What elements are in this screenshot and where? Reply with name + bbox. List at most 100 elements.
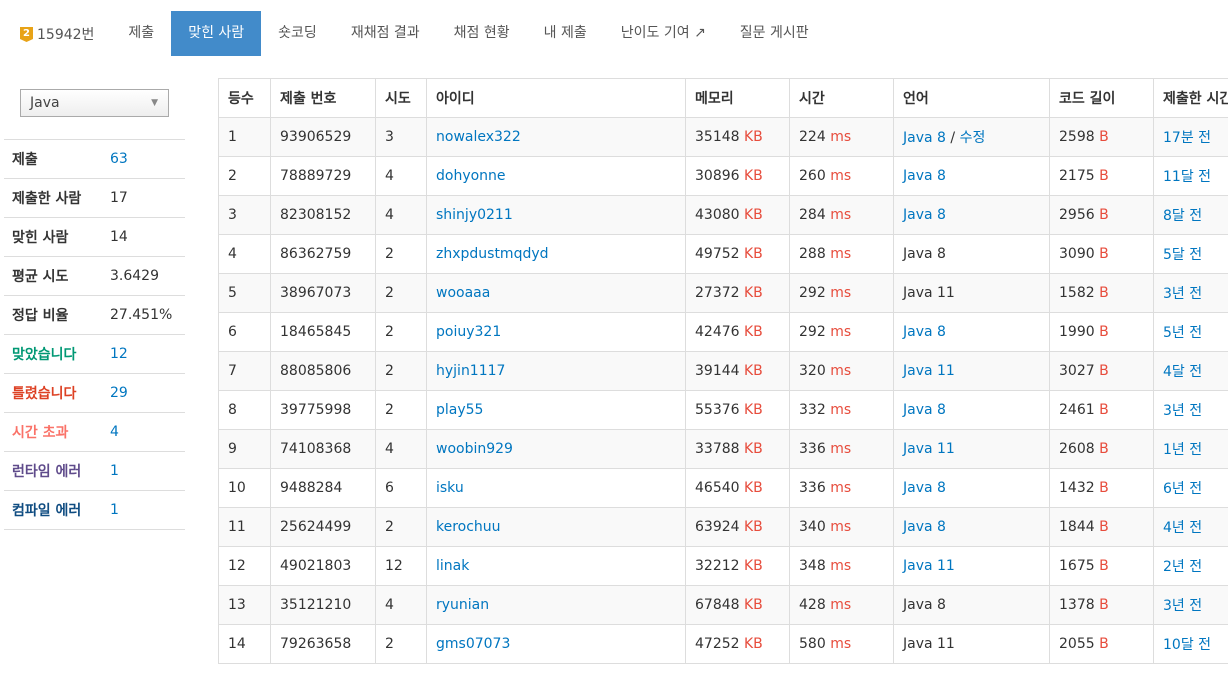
language-link[interactable]: Java 11 (903, 558, 955, 574)
submission-number: 86362759 (280, 246, 352, 262)
time-unit: ms (830, 597, 852, 613)
stat-value[interactable]: 63 (110, 151, 128, 167)
table-row: 14 79263658 2 gms07073 47252 KB 580 ms Java 11… (218, 624, 1228, 664)
submitted-time-link[interactable]: 4달 전 (1163, 364, 1202, 380)
user-link[interactable]: shinjy0211 (436, 207, 513, 223)
language-cell: Java 8 (893, 390, 1050, 430)
tab-my-submissions[interactable]: 내 제출 (527, 11, 604, 56)
language-link[interactable]: Java 8 (903, 480, 946, 496)
submitted-time-link[interactable]: 2년 전 (1163, 559, 1202, 575)
tab-accepted-users[interactable]: 맞힌 사람 (171, 11, 262, 56)
language-link[interactable]: Java 8 (903, 324, 946, 340)
language-link[interactable]: Java 8 (903, 402, 946, 418)
language-link[interactable]: Java 8 (903, 130, 946, 146)
user-link[interactable]: nowalex322 (436, 129, 521, 145)
code-length-unit: B (1099, 597, 1109, 613)
tab-rejudge-results[interactable]: 재채점 결과 (334, 11, 437, 56)
submitted-time-link[interactable]: 5달 전 (1163, 247, 1202, 263)
code-length-unit: B (1099, 363, 1109, 379)
code-length-cell: 2956 B (1049, 195, 1154, 235)
memory-value: 55376 (695, 402, 740, 418)
rank-cell: 10 (218, 468, 271, 508)
language-link[interactable]: Java 8 (903, 519, 946, 535)
user-link[interactable]: woobin929 (436, 441, 513, 457)
user-link[interactable]: kerochuu (436, 519, 501, 535)
submitted-time-link[interactable]: 6년 전 (1163, 481, 1202, 497)
tab-difficulty-contribution[interactable]: 난이도 기여 ↗ (604, 11, 723, 56)
time-unit: ms (830, 285, 852, 301)
user-link[interactable]: isku (436, 480, 464, 496)
user-link[interactable]: play55 (436, 402, 483, 418)
memory-cell: 33788 KB (685, 429, 790, 469)
user-link[interactable]: ryunian (436, 597, 489, 613)
stat-row: 맞았습니다 12 (4, 335, 185, 374)
language-link[interactable]: Java 8 (903, 207, 946, 223)
submitted-time-link[interactable]: 3년 전 (1163, 598, 1202, 614)
edit-link[interactable]: 수정 (960, 130, 986, 146)
code-length-unit: B (1099, 207, 1109, 223)
submitted-time-link[interactable]: 8달 전 (1163, 208, 1202, 224)
code-length-cell: 1990 B (1049, 312, 1154, 352)
stat-value[interactable]: 12 (110, 346, 128, 362)
memory-value: 46540 (695, 480, 740, 496)
table-row: 2 78889729 4 dohyonne 30896 KB 260 ms Java 8 21… (218, 156, 1228, 196)
user-id-cell: kerochuu (426, 507, 686, 547)
submitted-time-cell: 8달 전 (1153, 195, 1228, 235)
submission-number-cell: 93906529 (270, 117, 376, 157)
code-length-unit: B (1099, 168, 1109, 184)
submitted-time-link[interactable]: 1년 전 (1163, 442, 1202, 458)
user-id-cell: linak (426, 546, 686, 586)
code-length-cell: 2461 B (1049, 390, 1154, 430)
submitted-time-link[interactable]: 3년 전 (1163, 286, 1202, 302)
time-value: 348 (799, 558, 826, 574)
submitted-time-cell: 11달 전 (1153, 156, 1228, 196)
memory-cell: 35148 KB (685, 117, 790, 157)
submitted-time-link[interactable]: 10달 전 (1163, 637, 1211, 653)
stat-value[interactable]: 1 (110, 502, 119, 518)
tier-badge-icon: 2 (20, 27, 33, 42)
time-value: 336 (799, 480, 826, 496)
submitted-time-link[interactable]: 3년 전 (1163, 403, 1202, 419)
language-link[interactable]: Java 8 (903, 168, 946, 184)
user-link[interactable]: zhxpdustmqdyd (436, 246, 549, 262)
user-link[interactable]: linak (436, 558, 469, 574)
attempts-cell: 4 (375, 429, 427, 469)
table-row: 10 9488284 6 isku 46540 KB 336 ms Java 8 1432 B… (218, 468, 1228, 508)
tab-qna-board[interactable]: 질문 게시판 (723, 11, 826, 56)
attempts-cell: 2 (375, 273, 427, 313)
stat-value[interactable]: 29 (110, 385, 128, 401)
submitted-time-link[interactable]: 11달 전 (1163, 169, 1211, 185)
user-link[interactable]: poiuy321 (436, 324, 501, 340)
user-link[interactable]: hyjin1117 (436, 363, 505, 379)
table-header: 등수 제출 번호 시도 아이디 메모리 시간 언어 코드 길이 제출한 시간 (218, 78, 1228, 118)
tab-short-coding[interactable]: 숏코딩 (261, 11, 334, 56)
ranking-table: 등수 제출 번호 시도 아이디 메모리 시간 언어 코드 길이 제출한 시간 1 93906529… (218, 78, 1228, 664)
user-link[interactable]: dohyonne (436, 168, 506, 184)
code-length-value: 1844 (1059, 519, 1095, 535)
user-id-cell: zhxpdustmqdyd (426, 234, 686, 274)
submitted-time-link[interactable]: 5년 전 (1163, 325, 1202, 341)
attempts-cell: 3 (375, 117, 427, 157)
user-link[interactable]: gms07073 (436, 636, 510, 652)
submitted-time-cell: 5년 전 (1153, 312, 1228, 352)
problem-link[interactable]: 2 15942번 (0, 24, 111, 44)
rank-cell: 13 (218, 585, 271, 625)
tab-submit[interactable]: 제출 (111, 11, 171, 56)
attempts-cell: 2 (375, 351, 427, 391)
submitted-time-link[interactable]: 4년 전 (1163, 520, 1202, 536)
submitted-time-cell: 17분 전 (1153, 117, 1228, 157)
rank-cell: 9 (218, 429, 271, 469)
submitted-time-link[interactable]: 17분 전 (1163, 130, 1211, 146)
language-cell: Java 8 (893, 507, 1050, 547)
tab-status[interactable]: 채점 현황 (437, 11, 527, 56)
user-link[interactable]: wooaaa (436, 285, 490, 301)
stat-value[interactable]: 1 (110, 463, 119, 479)
stat-label: 평균 시도 (12, 269, 69, 285)
memory-value: 27372 (695, 285, 740, 301)
language-cell: Java 8 (893, 195, 1050, 235)
language-link[interactable]: Java 11 (903, 441, 955, 457)
language-select[interactable]: Java ▼ (20, 89, 169, 117)
memory-cell: 67848 KB (685, 585, 790, 625)
language-link[interactable]: Java 11 (903, 363, 955, 379)
stat-value[interactable]: 4 (110, 424, 119, 440)
